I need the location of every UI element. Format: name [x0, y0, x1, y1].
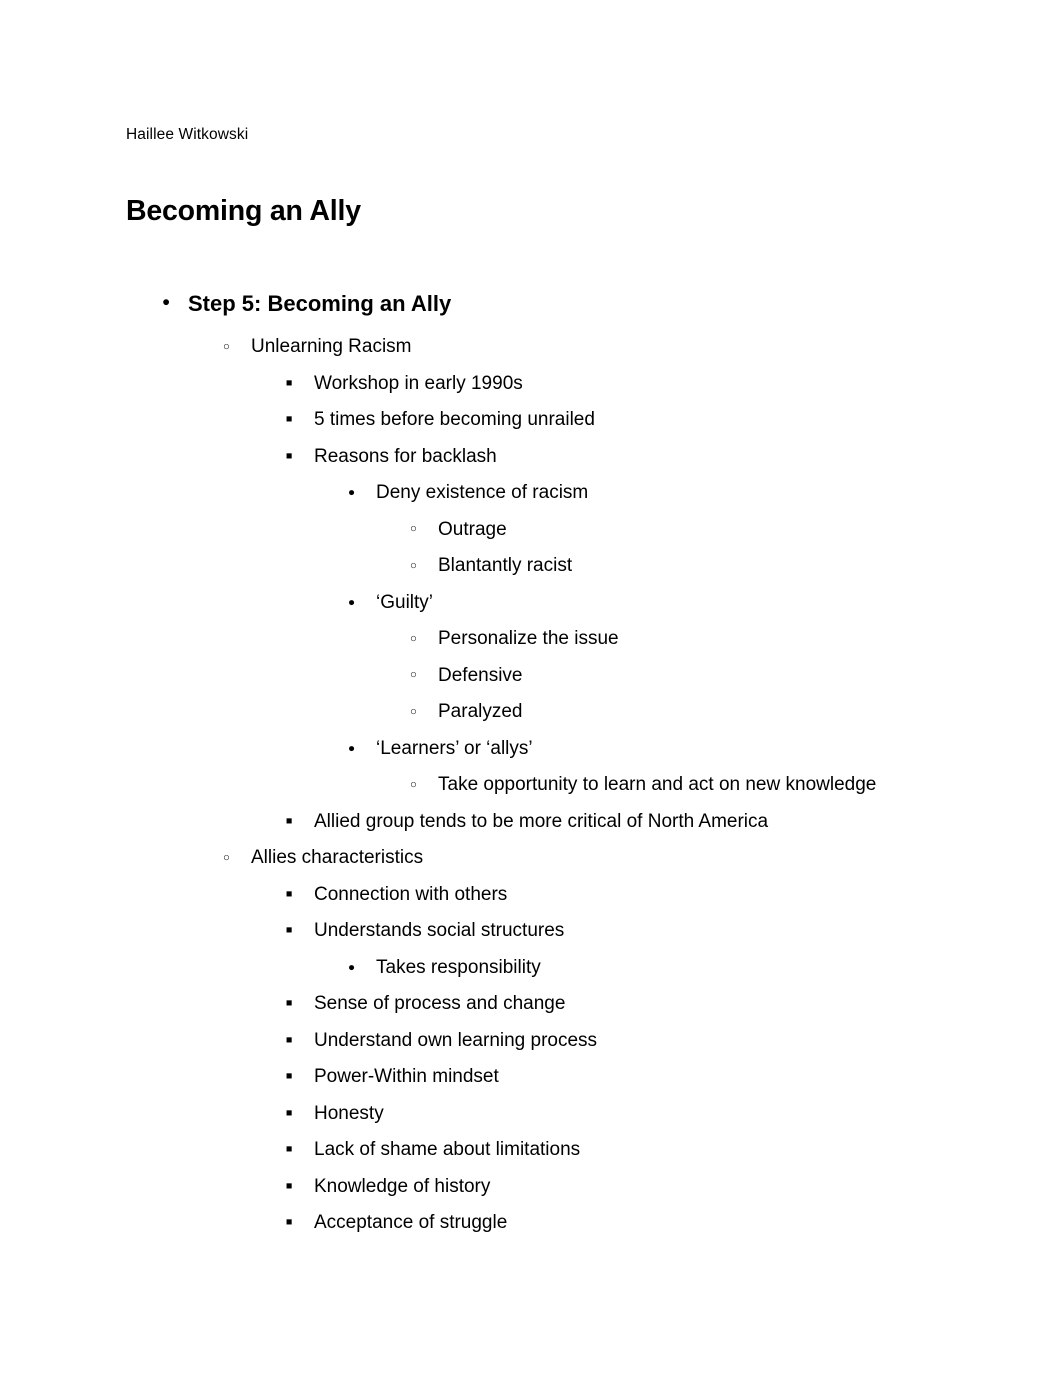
- circle-bullet-icon: [410, 664, 417, 688]
- square-bullet-icon: [286, 1029, 292, 1052]
- outline-item-label: Step 5: Becoming an Ally: [188, 291, 452, 316]
- outline-item: ‘Guilty’: [126, 591, 986, 614]
- outline-item: Unlearning Racism: [126, 335, 986, 358]
- outline-item-label: Take opportunity to learn and act on new…: [438, 774, 877, 795]
- outline-item-label: Lack of shame about limitations: [314, 1139, 581, 1160]
- outline-item-label: Outrage: [438, 518, 507, 540]
- outline-item: Workshop in early 1990s: [126, 372, 986, 395]
- outline-item-label: Takes responsibility: [376, 956, 541, 978]
- outline-item-label: Understands social structures: [314, 920, 565, 941]
- outline-item: ‘Learners’ or ‘allys’: [126, 737, 986, 760]
- outline-item-label: Defensive: [438, 664, 523, 686]
- outline-item-label: Acceptance of struggle: [314, 1212, 508, 1233]
- square-bullet-icon: [286, 1211, 292, 1234]
- outline-item-label: Power-Within mindset: [314, 1066, 499, 1087]
- outline-item-label: Honesty: [314, 1102, 384, 1124]
- outline-item-label: 5 times before becoming unrailed: [314, 409, 595, 430]
- outline-item-label: Understand own learning process: [314, 1029, 598, 1051]
- outline-item-label: ‘Guilty’: [376, 591, 434, 613]
- outline-item: Blantantly racist: [126, 554, 986, 577]
- square-bullet-icon: [286, 445, 292, 468]
- outline-item: Honesty: [126, 1102, 986, 1125]
- outline-list: Step 5: Becoming an Ally Unlearning Racis…: [126, 290, 986, 1234]
- outline-item: Acceptance of struggle: [126, 1211, 986, 1234]
- square-bullet-icon: [286, 372, 292, 395]
- outline-item-label: Sense of process and change: [314, 993, 566, 1014]
- outline-item: Sense of process and change: [126, 992, 986, 1015]
- circle-bullet-icon: [223, 335, 230, 359]
- outline-item: Deny existence of racism: [126, 481, 986, 504]
- outline-item-label: Blantantly racist: [438, 555, 573, 576]
- square-bullet-icon: [286, 1065, 292, 1088]
- outline-item: Paralyzed: [126, 700, 986, 723]
- disc-bullet-icon: [162, 290, 170, 313]
- outline-item-label: Allied group tends to be more critical o…: [314, 810, 769, 832]
- circle-bullet-icon: [410, 554, 417, 578]
- circle-bullet-icon: [410, 518, 417, 542]
- outline-item: Connection with others: [126, 883, 986, 906]
- square-bullet-icon: [286, 1138, 292, 1161]
- square-bullet-icon: [286, 1175, 292, 1198]
- outline-item-label: ‘Learners’ or ‘allys’: [376, 737, 533, 759]
- outline-item-label: Workshop in early 1990s: [314, 372, 523, 394]
- square-bullet-icon: [286, 810, 292, 833]
- document-body: Haillee Witkowski Becoming an Ally Step …: [126, 124, 986, 1248]
- outline-item: Step 5: Becoming an Ally: [126, 290, 986, 317]
- disc-bullet-icon: [348, 591, 355, 615]
- outline-item: Take opportunity to learn and act on new…: [126, 773, 986, 796]
- outline-item-label: Allies characteristics: [251, 847, 424, 868]
- outline-item-label: Knowledge of history: [314, 1175, 491, 1197]
- square-bullet-icon: [286, 919, 292, 942]
- author-name: Haillee Witkowski: [126, 126, 249, 143]
- page-title: Becoming an Ally: [126, 195, 361, 227]
- circle-bullet-icon: [223, 846, 230, 870]
- document-page: Haillee Witkowski Becoming an Ally Step …: [0, 0, 1062, 1377]
- outline-item: Outrage: [126, 518, 986, 541]
- disc-bullet-icon: [348, 481, 355, 505]
- outline-item-label: Unlearning Racism: [251, 336, 412, 357]
- outline-item: Knowledge of history: [126, 1175, 986, 1198]
- outline-item: Allies characteristics: [126, 846, 986, 869]
- square-bullet-icon: [286, 992, 292, 1015]
- outline-item-label: Paralyzed: [438, 701, 523, 722]
- disc-bullet-icon: [348, 956, 355, 980]
- circle-bullet-icon: [410, 700, 417, 724]
- circle-bullet-icon: [410, 773, 417, 797]
- outline-item: Understand own learning process: [126, 1029, 986, 1052]
- outline-item-label: Connection with others: [314, 883, 508, 905]
- disc-bullet-icon: [348, 737, 355, 761]
- circle-bullet-icon: [410, 627, 417, 651]
- outline-item-label: Personalize the issue: [438, 628, 619, 649]
- outline-item-label: Reasons for backlash: [314, 445, 497, 467]
- outline-item: Reasons for backlash: [126, 445, 986, 468]
- outline-item: Understands social structures: [126, 919, 986, 942]
- outline-item: Lack of shame about limitations: [126, 1138, 986, 1161]
- outline-item-label: Deny existence of racism: [376, 482, 589, 503]
- square-bullet-icon: [286, 1102, 292, 1125]
- outline-item: Allied group tends to be more critical o…: [126, 810, 986, 833]
- outline-item: Personalize the issue: [126, 627, 986, 650]
- square-bullet-icon: [286, 408, 292, 431]
- outline-item: Defensive: [126, 664, 986, 687]
- outline-item: Takes responsibility: [126, 956, 986, 979]
- outline-item: 5 times before becoming unrailed: [126, 408, 986, 431]
- outline-item: Power-Within mindset: [126, 1065, 986, 1088]
- square-bullet-icon: [286, 883, 292, 906]
